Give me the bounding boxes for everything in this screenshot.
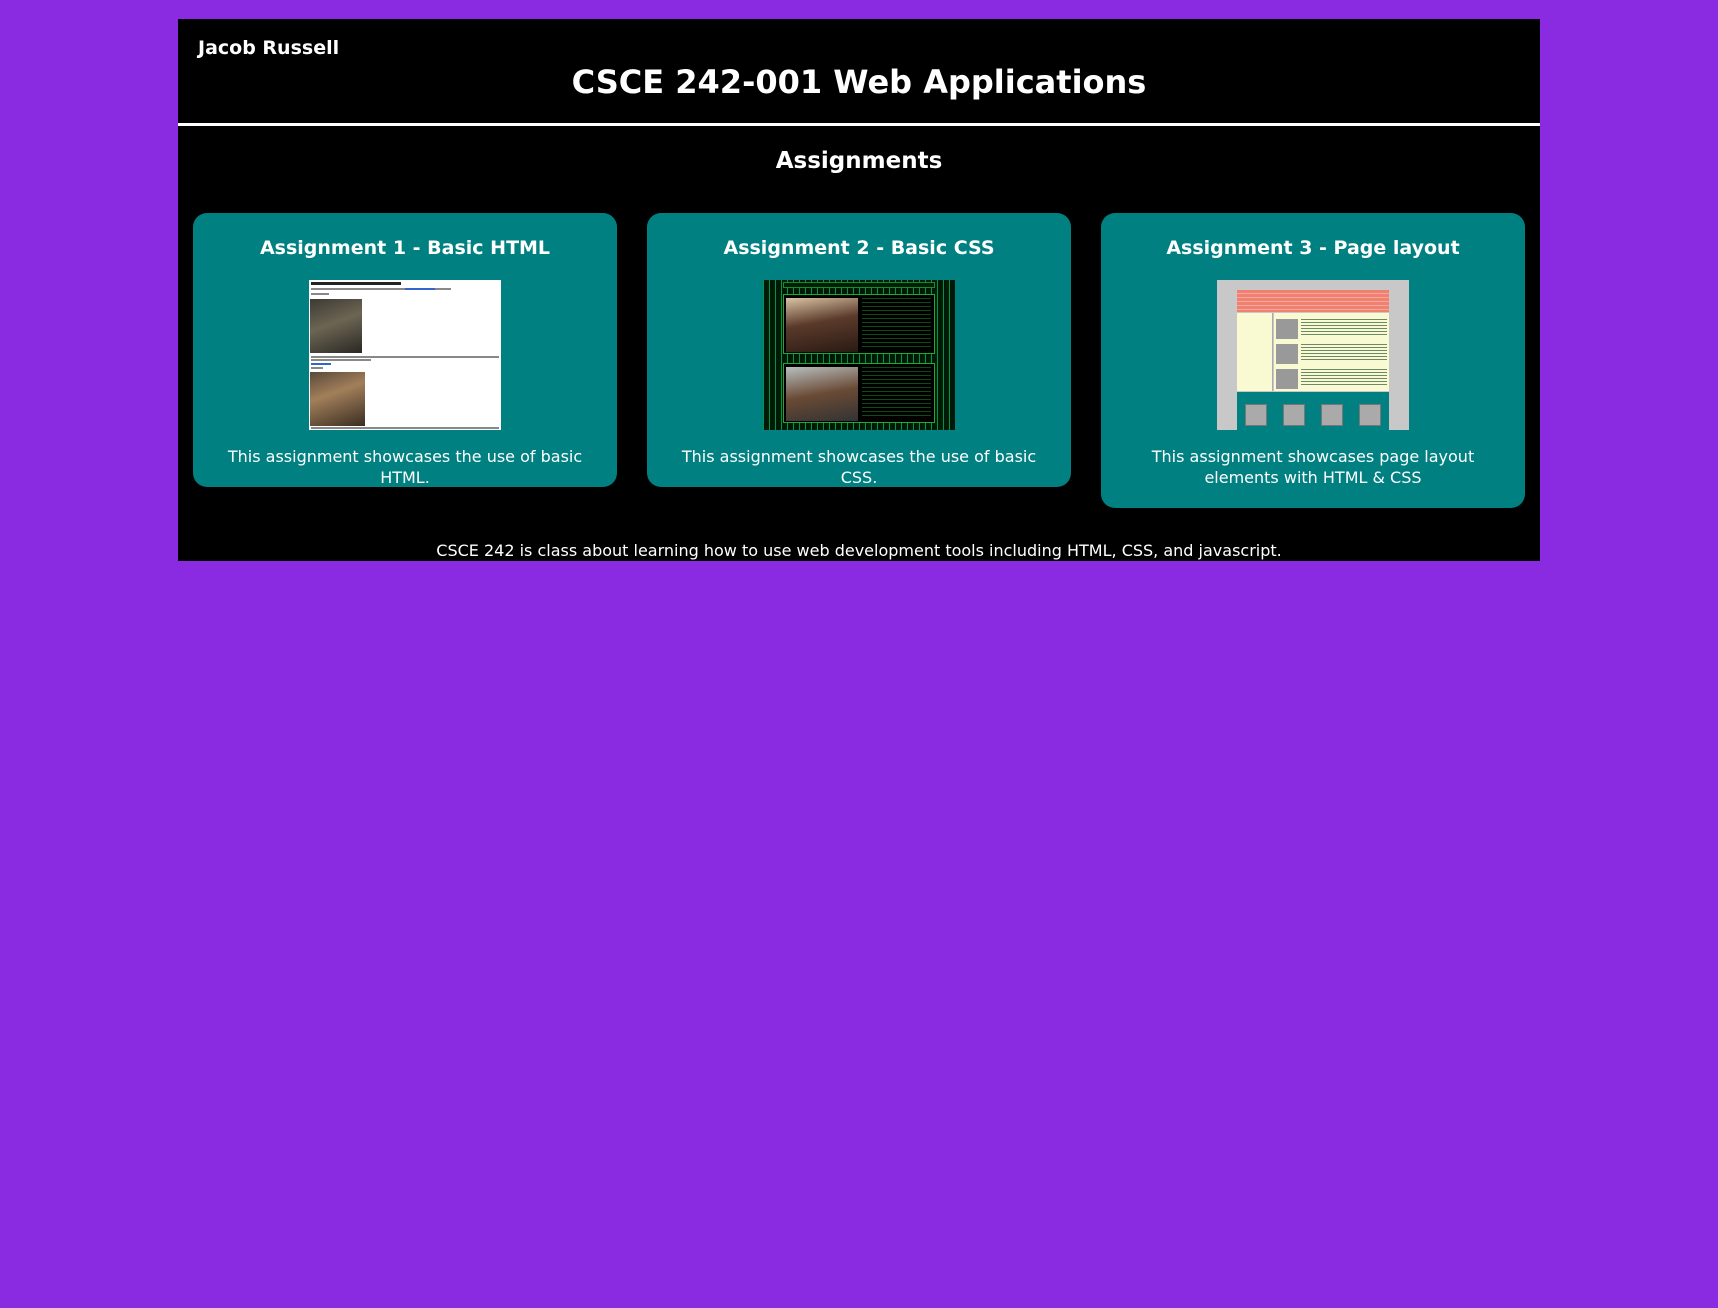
thumb-image-box <box>1359 404 1381 426</box>
site-title: CSCE 242-001 Web Applications <box>571 63 1147 101</box>
thumb-main <box>1274 313 1389 391</box>
author-name: Jacob Russell <box>198 37 340 59</box>
portrait-image <box>310 299 362 353</box>
page-container: Jacob Russell CSCE 242-001 Web Applicati… <box>178 19 1540 561</box>
thumb-text <box>1301 319 1387 337</box>
thumb-sidebar <box>1237 313 1273 391</box>
portrait-image <box>786 367 858 421</box>
card-description: This assignment showcases the use of bas… <box>681 447 1037 487</box>
thumb-image-box <box>1283 404 1305 426</box>
card-title: Assignment 2 - Basic CSS <box>723 237 995 259</box>
thumb-text-line <box>311 427 499 429</box>
thumb-heading <box>311 282 401 285</box>
thumb-image-box <box>1245 404 1267 426</box>
thumb-link <box>311 363 331 365</box>
thumb-text-line <box>311 359 371 361</box>
thumb-banner <box>1237 290 1389 312</box>
portrait-image <box>310 372 365 426</box>
thumb-image-box <box>1276 319 1298 339</box>
assignment-card-2[interactable]: Assignment 2 - Basic CSS This assignment… <box>647 213 1071 487</box>
thumb-footer <box>1237 392 1389 430</box>
card-title: Assignment 1 - Basic HTML <box>259 237 551 259</box>
thumb-panel <box>783 363 935 423</box>
thumb-text <box>862 298 931 350</box>
thumb-title-bar <box>783 282 935 288</box>
assignment-card-1[interactable]: Assignment 1 - Basic HTML This assignmen… <box>193 213 617 487</box>
thumb-text-line <box>311 356 499 358</box>
thumb-panel <box>783 294 935 354</box>
portrait-image <box>786 298 858 352</box>
thumb-text <box>1301 369 1387 387</box>
section-title: Assignments <box>775 148 943 174</box>
thumb-image-box <box>1276 369 1298 389</box>
assignment-3-thumbnail[interactable] <box>1217 280 1409 430</box>
card-description: This assignment showcases the use of bas… <box>227 447 583 487</box>
thumb-text <box>1301 344 1387 362</box>
card-description: This assignment showcases page layout el… <box>1151 447 1475 487</box>
thumb-text <box>862 367 931 419</box>
assignment-card-3[interactable]: Assignment 3 - Page layout This assignme… <box>1101 213 1525 508</box>
footer-text: CSCE 242 is class about learning how to … <box>436 541 1282 560</box>
assignment-1-thumbnail[interactable] <box>309 280 501 430</box>
thumb-text-line <box>311 367 323 369</box>
assignment-2-thumbnail[interactable] <box>763 280 955 430</box>
thumb-text-line <box>311 293 329 295</box>
site-header: Jacob Russell CSCE 242-001 Web Applicati… <box>178 19 1540 126</box>
thumb-image-box <box>1321 404 1343 426</box>
thumb-image-box <box>1276 344 1298 364</box>
card-title: Assignment 3 - Page layout <box>1166 237 1460 259</box>
thumb-link <box>405 288 435 290</box>
